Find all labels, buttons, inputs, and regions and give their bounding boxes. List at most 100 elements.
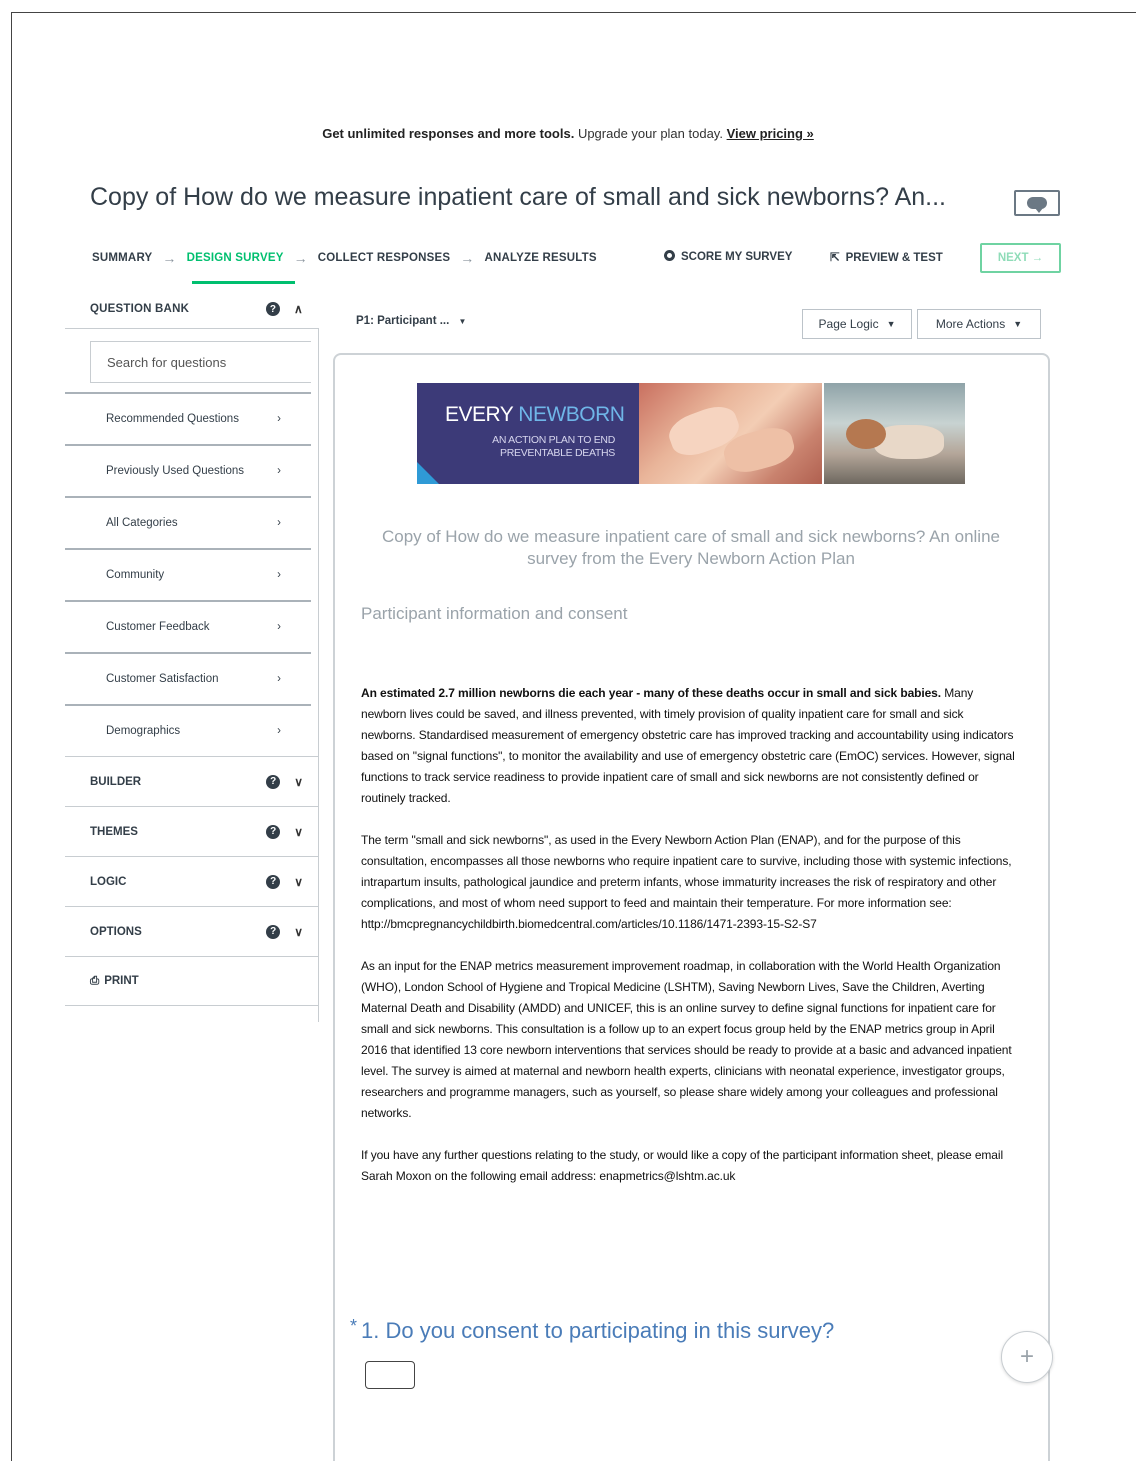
category-label: Community [106, 569, 165, 581]
chevron-right-icon: › [277, 465, 281, 477]
print-label: PRINT [104, 975, 139, 987]
more-actions-button[interactable]: More Actions ▼ [917, 309, 1041, 339]
section-label: OPTIONS [90, 925, 142, 938]
score-icon [664, 250, 675, 261]
preview-test-label: PREVIEW & TEST [845, 252, 943, 264]
page-border-left [11, 12, 12, 1461]
newborn-incubator-photo [824, 383, 965, 484]
caret-down-icon: ▼ [886, 319, 896, 329]
section-label: THEMES [90, 825, 138, 838]
page-title[interactable]: Participant information and consent [361, 604, 628, 624]
chevron-down-icon: ∨ [294, 924, 303, 939]
help-icon[interactable]: ? [266, 824, 281, 839]
page-logic-label: Page Logic [818, 317, 879, 331]
paragraph: An estimated 2.7 million newborns die ea… [361, 683, 1016, 809]
chevron-right-icon: › [277, 517, 281, 529]
category-previously-used-questions[interactable]: Previously Used Questions › [65, 444, 311, 496]
section-label: LOGIC [90, 875, 127, 888]
question-1[interactable]: * 1. Do you consent to participating in t… [350, 1316, 835, 1344]
score-my-survey-button[interactable]: SCORE MY SURVEY [664, 250, 792, 263]
logo-subtitle-line2: PREVENTABLE DEATHS [500, 447, 615, 459]
comments-button[interactable] [1014, 190, 1060, 216]
help-icon[interactable]: ? [266, 774, 281, 789]
every-newborn-logo: EVERY NEWBORN AN ACTION PLAN TO END PREV… [417, 383, 639, 484]
paragraph: If you have any further questions relati… [361, 1148, 1004, 1183]
sidebar-section-themes[interactable]: THEMES ? ∨ [65, 806, 319, 856]
more-actions-label: More Actions [935, 317, 1006, 331]
logo-newborn: NEWBORN [518, 403, 625, 426]
chevron-down-icon: ∨ [294, 874, 303, 889]
participant-information-text[interactable]: An estimated 2.7 million newborns die ea… [361, 683, 1016, 1208]
chevron-right-icon: › [277, 413, 281, 425]
caret-down-icon: ▼ [458, 317, 467, 326]
sidebar-section-options[interactable]: OPTIONS ? ∨ [65, 906, 319, 956]
survey-title[interactable]: Copy of How do we measure inpatient care… [90, 183, 946, 212]
paragraph-rest: Many newborn lives could be saved, and i… [361, 686, 1015, 805]
score-my-survey-label: SCORE MY SURVEY [681, 251, 793, 263]
page-border-top [11, 12, 1136, 13]
logo-subtitle-line1: AN ACTION PLAN TO END [492, 434, 615, 446]
page-selector-label: P1: Participant ... [356, 315, 450, 327]
category-label: Previously Used Questions [106, 465, 245, 477]
category-customer-feedback[interactable]: Customer Feedback › [65, 600, 311, 652]
category-label: Customer Feedback [106, 621, 210, 633]
help-icon[interactable]: ? [266, 302, 281, 316]
upgrade-banner-bold: Get unlimited responses and more tools. [322, 126, 575, 141]
question-1-text: 1. Do you consent to participating in th… [361, 1318, 835, 1343]
category-label: All Categories [106, 517, 178, 529]
logo-every: EVERY [445, 403, 519, 426]
category-label: Customer Satisfaction [106, 673, 219, 685]
paragraph-bold: An estimated 2.7 million newborns die ea… [361, 686, 941, 700]
category-all-categories[interactable]: All Categories › [65, 496, 311, 548]
arrow-right-icon: → [293, 250, 308, 266]
upgrade-banner: Get unlimited responses and more tools. … [0, 126, 1136, 141]
consent-answer-box[interactable] [365, 1361, 415, 1389]
add-question-button[interactable]: + [1001, 1331, 1053, 1383]
sidebar-section-builder[interactable]: BUILDER ? ∨ [65, 756, 319, 806]
logo-subtitle: AN ACTION PLAN TO END PREVENTABLE DEATHS [492, 434, 615, 460]
category-label: Demographics [106, 725, 181, 737]
next-button[interactable]: NEXT → [980, 243, 1061, 273]
chevron-right-icon: › [277, 673, 281, 685]
printer-icon: ⎙ [90, 974, 100, 987]
help-icon[interactable]: ? [266, 924, 281, 939]
chevron-up-icon: ∧ [294, 302, 303, 316]
arrow-right-icon: → [162, 250, 177, 266]
category-customer-satisfaction[interactable]: Customer Satisfaction › [65, 652, 311, 704]
chevron-down-icon: ∨ [294, 824, 303, 839]
category-community[interactable]: Community › [65, 548, 311, 600]
step-summary[interactable]: SUMMARY [92, 252, 152, 264]
category-list: Recommended Questions › Previously Used … [65, 392, 319, 756]
logo-corner [417, 462, 439, 484]
paragraph: The term "small and sick newborns", as u… [361, 833, 1012, 931]
baby-feet-photo [639, 383, 822, 484]
question-bank-label: QUESTION BANK [90, 303, 190, 315]
baby-head-shape [846, 419, 886, 449]
step-navigation: SUMMARY → DESIGN SURVEY → COLLECT RESPON… [92, 248, 597, 268]
category-demographics[interactable]: Demographics › [65, 704, 311, 756]
survey-heading[interactable]: Copy of How do we measure inpatient care… [365, 526, 1017, 570]
upgrade-banner-text: Upgrade your plan today. [577, 126, 723, 141]
category-label: Recommended Questions [106, 413, 239, 425]
question-bank-header[interactable]: QUESTION BANK ? ∧ [65, 290, 319, 328]
help-icon[interactable]: ? [266, 874, 281, 889]
sidebar-section-logic[interactable]: LOGIC ? ∨ [65, 856, 319, 906]
search-questions-input[interactable] [90, 341, 311, 383]
chevron-right-icon: › [277, 725, 281, 737]
print-button[interactable]: ⎙ PRINT [65, 956, 319, 1006]
paragraph: As an input for the ENAP metrics measure… [361, 959, 1012, 1120]
page-selector-dropdown[interactable]: P1: Participant ... ▼ [356, 315, 466, 327]
step-design-survey[interactable]: DESIGN SURVEY [187, 252, 284, 264]
step-analyze-results[interactable]: ANALYZE RESULTS [484, 252, 596, 264]
chevron-right-icon: › [277, 621, 281, 633]
view-pricing-link[interactable]: View pricing » [727, 126, 814, 141]
category-recommended-questions[interactable]: Recommended Questions › [65, 392, 311, 444]
sidebar-divider [318, 334, 319, 1022]
page-logic-button[interactable]: Page Logic ▼ [802, 309, 912, 339]
preview-test-button[interactable]: ⇱ PREVIEW & TEST [830, 250, 943, 264]
chevron-right-icon: › [277, 569, 281, 581]
required-star: * [350, 1316, 358, 1336]
sidebar: QUESTION BANK ? ∧ Recommended Questions … [65, 290, 319, 1006]
section-label: BUILDER [90, 775, 142, 788]
step-collect-responses[interactable]: COLLECT RESPONSES [318, 252, 450, 264]
